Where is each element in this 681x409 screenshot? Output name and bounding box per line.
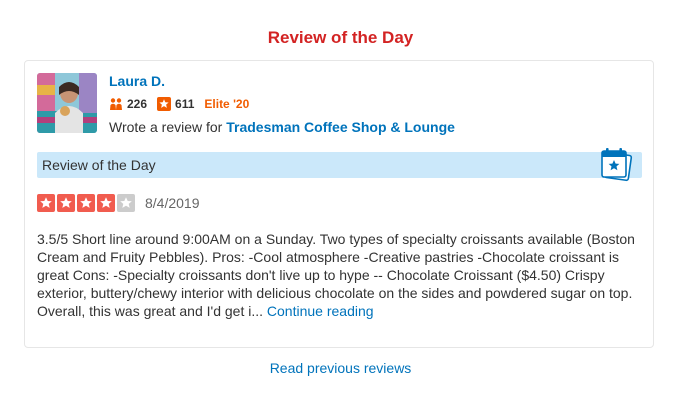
reviews-star-icon [157,97,172,111]
star-icon [80,197,92,208]
reviews-stat: 611 [157,97,194,111]
section-title: Review of the Day [267,28,414,47]
rating-star-2 [57,194,75,212]
review-date: 8/4/2019 [145,195,200,211]
banner-label: Review of the Day [42,157,156,173]
rating-star-3 [77,194,95,212]
reviews-count: 611 [175,97,195,111]
friends-icon [110,98,122,110]
review-card: Laura D. 226 611 Elite '20 Wrote a revie… [24,60,654,348]
continue-reading-link[interactable]: Continue reading [267,303,374,319]
wrote-review-line: Wrote a review for Tradesman Coffee Shop… [109,119,455,135]
rating-star-1 [37,194,55,212]
user-avatar[interactable] [37,73,97,133]
star-icon [40,197,52,208]
rating-star-4 [97,194,115,212]
friends-count: 226 [127,97,148,111]
read-previous-reviews-link[interactable]: Read previous reviews [270,360,412,376]
review-of-the-day-banner: Review of the Day [37,148,642,182]
star-icon [100,197,112,208]
review-text: 3.5/5 Short line around 9:00AM on a Sund… [37,230,649,320]
star-rating [37,194,137,212]
friends-stat: 226 [109,97,147,111]
star-icon [60,197,72,208]
user-name-link[interactable]: Laura D. [109,73,165,89]
star-icon [120,197,132,208]
rating-star-5 [117,194,135,212]
business-link[interactable]: Tradesman Coffee Shop & Lounge [226,119,455,135]
read-previous-reviews: Read previous reviews [0,360,681,376]
calendar-star-icon [601,148,633,182]
elite-badge: Elite '20 [204,97,250,111]
avatar-photo [37,73,97,133]
user-stats: 226 611 Elite '20 [109,96,249,112]
wrote-prefix: Wrote a review for [109,119,227,135]
